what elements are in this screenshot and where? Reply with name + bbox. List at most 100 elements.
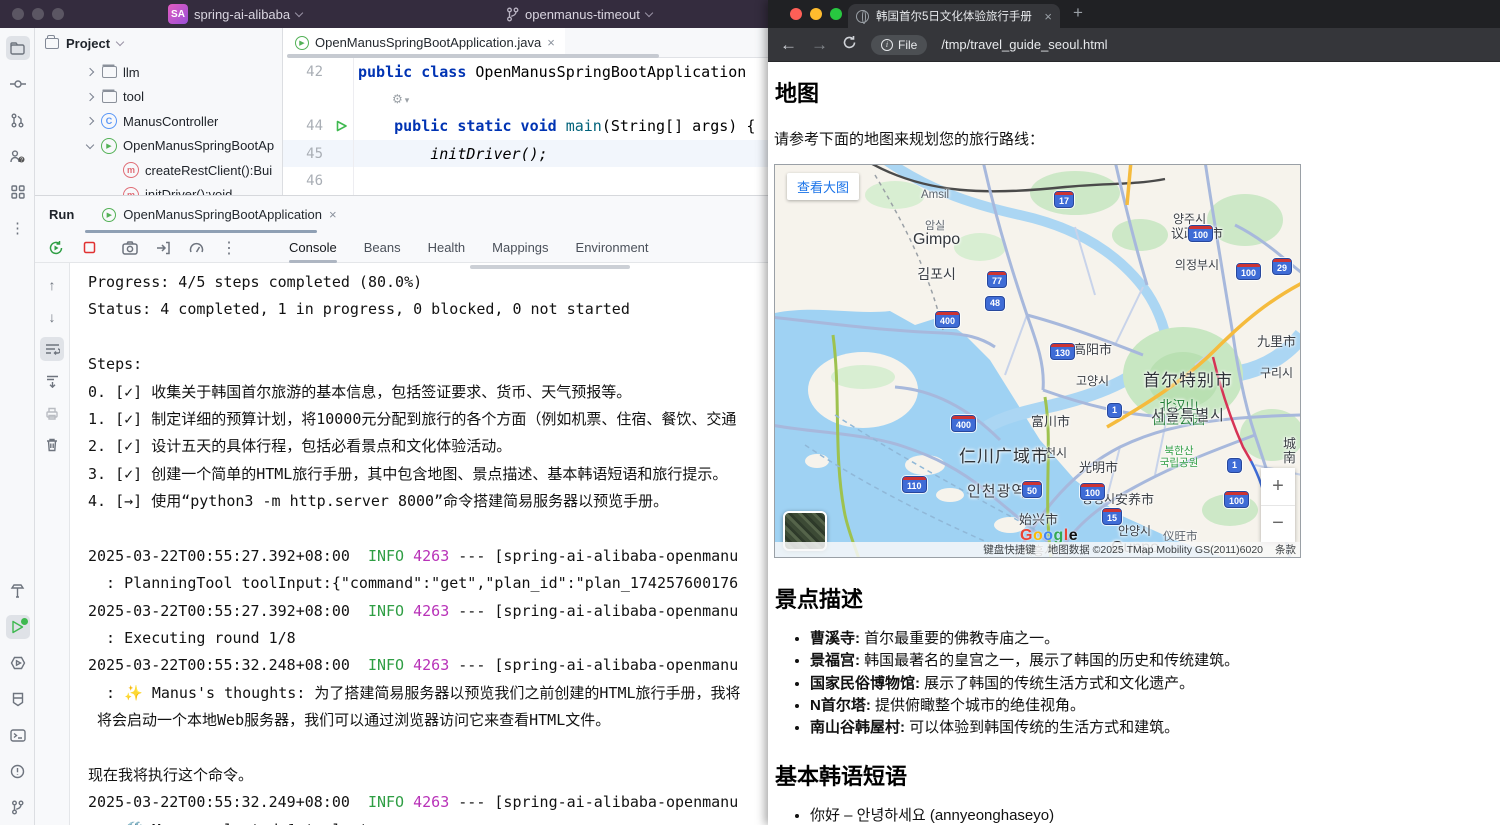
project-switcher[interactable]: SA spring-ai-alibaba — [168, 0, 302, 28]
problems-tool-icon[interactable] — [6, 759, 30, 783]
tree-item-icon — [99, 138, 119, 154]
map-label-kr: 서울특별시 — [1143, 408, 1233, 425]
tree-chevron-icon[interactable] — [81, 118, 99, 124]
tree-item[interactable]: ManusController — [35, 109, 282, 134]
collaboration-icon[interactable]: ? — [6, 144, 30, 168]
more-tool-windows-icon[interactable]: ⋮ — [6, 216, 30, 240]
run-tab[interactable]: ▶ OpenManusSpringBootApplication × — [102, 196, 336, 233]
project-tool-icon[interactable] — [6, 36, 30, 60]
tree-item[interactable]: initDriver():void — [35, 183, 282, 196]
print-icon[interactable] — [40, 401, 64, 425]
minimize-window-button[interactable] — [810, 8, 822, 20]
structure-tool-icon[interactable] — [6, 180, 30, 204]
road-number: 50 — [1027, 486, 1037, 496]
map-heading: 地图 — [775, 76, 1494, 108]
back-button[interactable]: ← — [780, 36, 797, 53]
close-icon[interactable]: × — [329, 207, 337, 222]
url-scheme-chip[interactable]: i File — [871, 35, 927, 55]
address-bar[interactable]: /tmp/travel_guide_seoul.html — [941, 37, 1107, 52]
tree-item-icon — [121, 187, 141, 195]
tree-item[interactable]: llm — [35, 60, 282, 85]
minimize-window-button[interactable] — [32, 8, 44, 20]
terms-link[interactable]: 条款 — [1275, 542, 1296, 557]
tree-item[interactable]: OpenManusSpringBootAp — [35, 134, 282, 159]
console-pane[interactable]: Progress: 4/5 steps completed (80.0%)Sta… — [70, 263, 768, 825]
terminal-tool-icon[interactable] — [6, 723, 30, 747]
map-label-zh: Gimpo — [913, 231, 960, 249]
git-tool-icon[interactable] — [6, 795, 30, 819]
spot-desc: 提供俯瞰整个城市的绝佳视角。 — [871, 697, 1085, 714]
soft-wrap-icon[interactable] — [40, 337, 64, 361]
map-label-kr: 고양시 — [1073, 375, 1112, 388]
more-actions-icon[interactable]: ⋮ — [220, 239, 238, 257]
tab-label: Health — [428, 240, 466, 255]
run-panel: Run ▶ OpenManusSpringBootApplication × — [35, 195, 768, 825]
zoom-in-button[interactable]: + — [1261, 468, 1295, 506]
browser-tab-strip: 韩国首尔5日文化体验旅行手册 × + — [768, 0, 1500, 28]
close-tab-icon[interactable]: × — [1044, 9, 1052, 24]
spot-name: 曹溪寺: — [810, 630, 860, 647]
globe-favicon-icon — [856, 10, 869, 23]
tree-chevron-icon[interactable] — [81, 94, 99, 100]
close-icon[interactable]: × — [547, 35, 555, 50]
tree-chevron-icon[interactable] — [81, 144, 99, 148]
map-label-zh: 安养市 — [1115, 493, 1154, 508]
road-number: 110 — [907, 481, 922, 491]
scroll-to-end-icon[interactable] — [40, 369, 64, 393]
services-tool-icon[interactable] — [6, 651, 30, 675]
editor-tab-title: OpenManusSpringBootApplication.java — [315, 35, 541, 50]
run-view-tab[interactable]: Console — [289, 233, 337, 263]
pull-requests-icon[interactable] — [6, 108, 30, 132]
map-embed[interactable]: Amsil 암실 양주시 Gimpo 김포시 — [774, 164, 1301, 558]
road-shield: 29 — [1272, 258, 1292, 275]
editor-code[interactable]: 42public class OpenManusSpringBootApplic… — [283, 58, 768, 195]
keyboard-shortcuts-link[interactable]: 键盘快捷键 — [983, 542, 1036, 557]
reload-button[interactable] — [842, 35, 857, 55]
spot-name: 景福宫: — [810, 652, 860, 669]
browser-tab[interactable]: 韩国首尔5日文化体验旅行手册 × — [848, 4, 1060, 28]
map-label: 高阳市 고양시 — [1073, 325, 1112, 407]
tree-chevron-icon[interactable] — [103, 167, 121, 173]
close-window-button[interactable] — [790, 8, 802, 20]
console-horizontal-scrollbar[interactable] — [470, 265, 630, 269]
project-panel-header[interactable]: Project — [35, 28, 282, 58]
run-view-tab[interactable]: Environment — [576, 233, 649, 263]
rerun-button[interactable] — [47, 239, 65, 257]
scroll-up-icon[interactable]: ↑ — [40, 273, 64, 297]
spot-desc: 展示了韩国的传统生活方式和文化遗产。 — [920, 675, 1194, 692]
tree-item[interactable]: createRestClient():Bui — [35, 158, 282, 183]
commit-tool-icon[interactable] — [6, 72, 30, 96]
attach-debugger-button[interactable] — [154, 239, 172, 257]
road-shield: 130 — [1050, 343, 1075, 360]
run-view-tab[interactable]: Mappings — [492, 233, 548, 263]
bookmarks-tool-icon[interactable] — [6, 687, 30, 711]
scheme-label: File — [898, 38, 917, 52]
maximize-window-button[interactable] — [830, 8, 842, 20]
zoom-out-button[interactable]: − — [1261, 506, 1295, 543]
maximize-window-button[interactable] — [52, 8, 64, 20]
map-label-kr: 북한산 국립공원 — [1153, 446, 1205, 470]
run-view-tab[interactable]: Beans — [364, 233, 401, 263]
scroll-down-icon[interactable]: ↓ — [40, 305, 64, 329]
map-label: Gimpo 김포시 — [913, 213, 960, 300]
road-shield: 100 — [1080, 483, 1105, 500]
tree-item[interactable]: tool — [35, 85, 282, 110]
new-tab-button[interactable]: + — [1073, 3, 1083, 23]
tree-chevron-icon[interactable] — [81, 69, 99, 75]
road-number: 100 — [1193, 230, 1208, 240]
build-tool-icon[interactable] — [6, 579, 30, 603]
run-config-switcher[interactable]: openmanus-timeout — [506, 0, 652, 28]
thread-dump-button[interactable] — [121, 239, 139, 257]
road-shield: 100 — [1224, 491, 1249, 508]
branch-icon — [506, 7, 519, 22]
view-larger-map-button[interactable]: 查看大图 — [787, 173, 859, 200]
tree-item-label: tool — [123, 89, 144, 104]
run-tool-icon[interactable] — [6, 615, 30, 639]
tree-item-icon — [121, 162, 141, 178]
forward-button[interactable]: → — [811, 36, 828, 53]
stop-button[interactable] — [80, 239, 98, 257]
clear-console-icon[interactable] — [40, 433, 64, 457]
actuator-gauge-button[interactable] — [187, 239, 205, 257]
run-view-tab[interactable]: Health — [428, 233, 466, 263]
close-window-button[interactable] — [12, 8, 24, 20]
